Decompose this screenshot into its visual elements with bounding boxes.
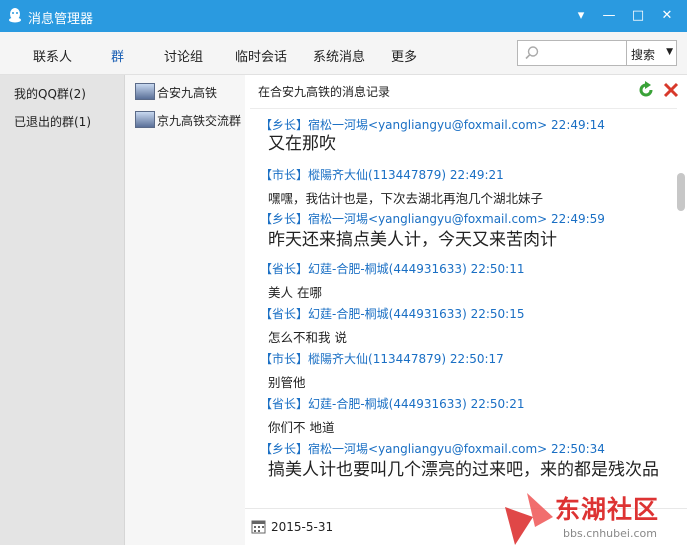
member-rank: 【乡长】 <box>260 442 309 456</box>
message-meta: 【省长】幻莛-合肥-桐城(444931633) 22:50:21 <box>260 395 672 412</box>
message-item: 【乡长】宿松一河埸<yangliangyu@foxmail.com> 22:49… <box>260 116 672 155</box>
history-title: 在合安九高铁的消息记录 <box>258 85 391 99</box>
chevron-down-icon: ▼ <box>666 47 673 57</box>
tab-groups[interactable]: 群 <box>111 46 124 65</box>
minimize-button[interactable]: — <box>598 6 620 26</box>
sender-name: 樅陽齐大仙(113447879) <box>308 168 447 182</box>
member-rank: 【省长】 <box>260 262 309 276</box>
message-item: 【乡长】宿松一河埸<yangliangyu@foxmail.com> 22:50… <box>260 440 672 481</box>
message-time: 22:50:34 <box>551 442 605 456</box>
message-meta: 【市长】樅陽齐大仙(113447879) 22:50:17 <box>260 350 672 367</box>
group-item[interactable]: 京九高铁交流群 <box>125 106 245 132</box>
window-title: 消息管理器 <box>28 12 94 27</box>
member-rank: 【乡长】 <box>260 118 309 132</box>
message-time: 22:49:59 <box>551 212 605 226</box>
group-list: 合安九高铁 京九高铁交流群 <box>124 75 246 545</box>
sender-name: 樅陽齐大仙(113447879) <box>308 352 447 366</box>
message-time: 22:50:21 <box>470 397 525 411</box>
group-avatar-icon <box>135 111 155 128</box>
message-item: 【市长】樅陽齐大仙(113447879) 22:49:21 嘿嘿，我估计也是，下… <box>260 166 672 207</box>
watermark-url: bbs.cnhubei.com <box>563 527 657 540</box>
group-item[interactable]: 合安九高铁 <box>125 78 245 104</box>
message-time: 22:50:17 <box>449 352 504 366</box>
message-text: 美人 在哪 <box>268 285 322 300</box>
group-avatar-icon <box>135 83 155 100</box>
sender-name: 幻莛-合肥-桐城(444931633) <box>308 262 467 276</box>
message-text: 又在那吹 <box>268 134 336 154</box>
message-text: 嘿嘿，我估计也是，下次去湖北再泡几个湖北妹子 <box>268 191 544 206</box>
tab-discussion-groups[interactable]: 讨论组 <box>164 46 203 65</box>
message-item: 【省长】幻莛-合肥-桐城(444931633) 22:50:15 怎么不和我 说 <box>260 305 672 346</box>
message-item: 【省长】幻莛-合肥-桐城(444931633) 22:50:21 你们不 地道 <box>260 395 672 436</box>
message-meta: 【乡长】宿松一河埸<yangliangyu@foxmail.com> 22:50… <box>260 440 672 457</box>
header-divider <box>250 108 677 109</box>
search-scope-select[interactable]: 搜索 ▼ <box>626 40 677 66</box>
tab-more[interactable]: 更多 <box>391 46 417 65</box>
search-scope-label: 搜索 <box>631 48 656 62</box>
sender-name: 宿松一河埸<yangliangyu@foxmail.com> <box>308 442 548 456</box>
sender-name: 幻莛-合肥-桐城(444931633) <box>308 307 467 321</box>
tab-temp-chats[interactable]: 临时会话 <box>235 46 287 65</box>
message-item: 【乡长】宿松一河埸<yangliangyu@foxmail.com> 22:49… <box>260 210 672 251</box>
tab-contacts[interactable]: 联系人 <box>33 46 72 65</box>
member-rank: 【市长】 <box>260 352 309 366</box>
group-name: 合安九高铁 <box>157 86 218 100</box>
message-meta: 【乡长】宿松一河埸<yangliangyu@foxmail.com> 22:49… <box>260 116 672 133</box>
message-list[interactable]: 【乡长】宿松一河埸<yangliangyu@foxmail.com> 22:49… <box>245 111 675 505</box>
message-item: 【省长】幻莛-合肥-桐城(444931633) 22:50:11 美人 在哪 <box>260 260 672 301</box>
qq-penguin-icon <box>9 8 21 23</box>
member-rank: 【省长】 <box>260 397 309 411</box>
message-meta: 【市长】樅陽齐大仙(113447879) 22:49:21 <box>260 166 672 183</box>
scrollbar-thumb[interactable] <box>677 173 685 211</box>
close-button[interactable]: ✕ <box>656 6 678 26</box>
tab-system-messages[interactable]: 系统消息 <box>313 46 365 65</box>
member-rank: 【乡长】 <box>260 212 309 226</box>
title-bar: 消息管理器 ▾ — □ ✕ <box>0 0 687 32</box>
category-sidebar: 我的QQ群(2) 已退出的群(1) <box>0 75 124 545</box>
search-input[interactable] <box>517 40 627 66</box>
search-icon <box>525 46 539 60</box>
message-text: 别管他 <box>268 375 306 390</box>
member-rank: 【市长】 <box>260 168 309 182</box>
scrollbar-track[interactable] <box>675 111 687 511</box>
content-header: 在合安九高铁的消息记录 <box>245 75 687 105</box>
message-text: 搞美人计也要叫几个漂亮的过来吧，来的都是残次品 <box>268 460 659 480</box>
refresh-icon[interactable] <box>637 81 655 99</box>
message-time: 22:50:11 <box>470 262 525 276</box>
message-text: 怎么不和我 说 <box>268 330 347 345</box>
sender-name: 宿松一河埸<yangliangyu@foxmail.com> <box>308 118 548 132</box>
message-panel: 在合安九高铁的消息记录 【乡长】宿松一河埸<yangliangyu@foxmai… <box>245 75 687 546</box>
sender-name: 宿松一河埸<yangliangyu@foxmail.com> <box>308 212 548 226</box>
delete-icon[interactable] <box>662 81 680 99</box>
message-time: 22:50:15 <box>470 307 525 321</box>
message-text: 你们不 地道 <box>268 420 335 435</box>
group-name: 京九高铁交流群 <box>157 114 242 128</box>
sender-name: 幻莛-合肥-桐城(444931633) <box>308 397 467 411</box>
watermark-text: 东湖社区 <box>555 495 660 524</box>
message-meta: 【乡长】宿松一河埸<yangliangyu@foxmail.com> 22:49… <box>260 210 672 227</box>
message-item: 【市长】樅陽齐大仙(113447879) 22:50:17 别管他 <box>260 350 672 391</box>
message-meta: 【省长】幻莛-合肥-桐城(444931633) 22:50:11 <box>260 260 672 277</box>
message-text: 昨天还来搞点美人计，今天又来苦肉计 <box>268 230 557 250</box>
maximize-button[interactable]: □ <box>627 6 649 26</box>
dropdown-menu-icon[interactable]: ▾ <box>570 6 592 26</box>
category-my-groups[interactable]: 我的QQ群(2) <box>14 85 86 102</box>
calendar-icon[interactable] <box>251 519 266 534</box>
member-rank: 【省长】 <box>260 307 309 321</box>
selected-date[interactable]: 2015-5-31 <box>271 520 333 534</box>
message-time: 22:49:21 <box>449 168 504 182</box>
message-meta: 【省长】幻莛-合肥-桐城(444931633) 22:50:15 <box>260 305 672 322</box>
message-time: 22:49:14 <box>551 118 605 132</box>
category-exited-groups[interactable]: 已退出的群(1) <box>14 113 91 130</box>
